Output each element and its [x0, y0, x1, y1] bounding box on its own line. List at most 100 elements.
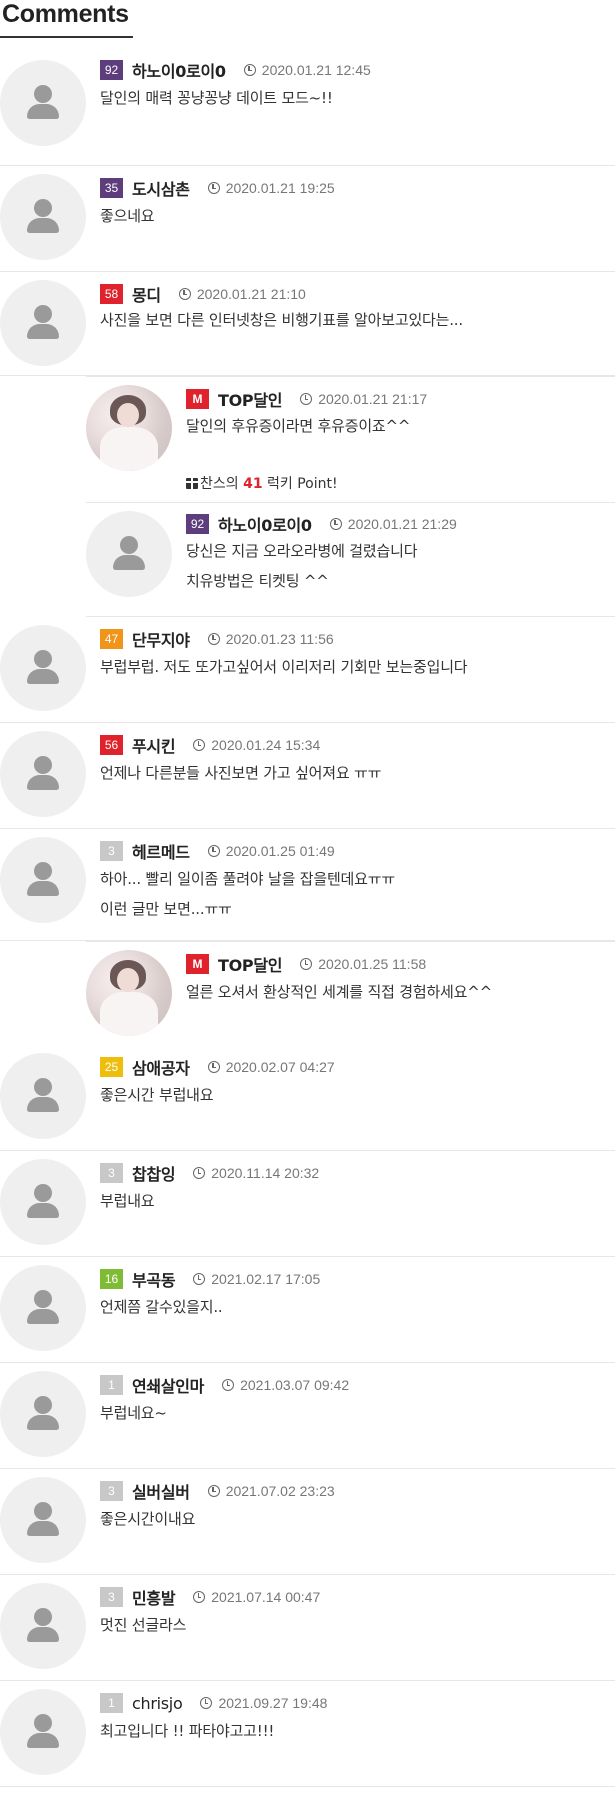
comment-text: 치유방법은 티켓팅 ^^	[186, 572, 329, 590]
author-name[interactable]: 푸시킨	[132, 733, 176, 757]
comment-date: 2020.01.21 21:29	[347, 516, 457, 532]
author-name[interactable]: 하노이0로이0	[132, 58, 226, 82]
reply-item: 92 하노이0로이0 2020.01.21 21:29 당신은 지금 오라오라병에 걸…	[86, 502, 615, 617]
comment-meta: 92 하노이0로이0 2020.01.21 21:29	[186, 512, 457, 536]
admin-avatar[interactable]	[86, 950, 172, 1036]
comment-meta: 3 실버실버 2021.07.02 23:23	[100, 1479, 335, 1503]
level-badge: 3	[100, 1481, 123, 1501]
comment-item: 3 민흥발 2021.07.14 00:47 멋진 선글라스	[0, 1575, 615, 1681]
clock-icon	[207, 845, 220, 857]
comment-text: 최고입니다 !! 파타야고고!!!	[100, 1722, 275, 1740]
comment-text: 부럽부럽. 저도 또가고싶어서 이리저리 기회만 보는중입니다	[100, 658, 468, 676]
clock-icon	[207, 1061, 220, 1073]
clock-icon	[300, 958, 313, 970]
admin-badge: M	[186, 954, 209, 974]
default-avatar-icon[interactable]	[0, 1265, 86, 1351]
comment-item: 1 연쇄살인마 2021.03.07 09:42 부럽네요~	[0, 1363, 615, 1469]
default-avatar-icon[interactable]	[0, 625, 86, 711]
author-name[interactable]: 연쇄살인마	[132, 1373, 204, 1397]
clock-icon	[178, 288, 191, 300]
comment-text: 이런 글만 보면...ㅠㅠ	[100, 900, 232, 918]
comments-header: Comments	[0, 0, 615, 40]
comment-text: 당신은 지금 오라오라병에 걸렸습니다	[186, 542, 418, 560]
author-name[interactable]: TOP달인	[218, 387, 282, 411]
default-avatar-icon[interactable]	[0, 837, 86, 923]
default-avatar-icon[interactable]	[0, 174, 86, 260]
comment-date: 2020.01.25 01:49	[225, 843, 335, 859]
lucky-point-note: 찬스의 41 럭키 Point!	[186, 473, 338, 493]
author-name[interactable]: TOP달인	[218, 952, 282, 976]
default-avatar-icon[interactable]	[0, 1477, 86, 1563]
clock-icon	[300, 393, 313, 405]
reply-item: M TOP달인 2020.01.21 21:17 달인의 후유증이라면 후유증이죠^^…	[86, 376, 615, 502]
comment-text: 달인의 매력 꽁냥꽁냥 데이트 모드~!!	[100, 89, 333, 107]
comment-text: 좋으네요	[100, 207, 155, 225]
lucky-prefix: 찬스의	[200, 476, 239, 492]
comment-text: 달인의 후유증이라면 후유증이죠^^	[186, 417, 411, 435]
default-avatar-icon[interactable]	[0, 1689, 86, 1775]
author-name[interactable]: 찹찹잉	[132, 1161, 176, 1185]
comment-list: 92 하노이0로이0 2020.01.21 12:45 달인의 매력 꽁냥꽁냥 데이트…	[0, 60, 615, 1787]
comment-text: 언제쯤 갈수있을지..	[100, 1298, 223, 1316]
author-name[interactable]: 부곡동	[132, 1267, 176, 1291]
comment-item: 3 찹찹잉 2020.11.14 20:32 부럽내요	[0, 1151, 615, 1257]
comment-item: 56 푸시킨 2020.01.24 15:34 언제나 다른분들 사진보면 가고 싶어…	[0, 723, 615, 829]
level-badge: 56	[100, 735, 123, 755]
comment-item: 3 헤르메드 2020.01.25 01:49 하아... 빨리 일이좀 풀려야 날을…	[0, 829, 615, 941]
clock-icon	[207, 633, 220, 645]
level-badge: 16	[100, 1269, 123, 1289]
comment-text: 얼른 오셔서 환상적인 세계를 직접 경험하세요^^	[186, 983, 492, 1001]
level-badge: 47	[100, 629, 123, 649]
author-name[interactable]: 삼애공자	[132, 1055, 190, 1079]
author-name[interactable]: 도시삼촌	[132, 176, 190, 200]
comment-date: 2020.01.21 21:10	[196, 286, 306, 302]
comment-date: 2021.07.02 23:23	[225, 1483, 335, 1499]
default-avatar-icon[interactable]	[0, 280, 86, 366]
comment-date: 2021.07.14 00:47	[211, 1589, 321, 1605]
default-avatar-icon[interactable]	[0, 60, 86, 146]
author-name[interactable]: 민흥발	[132, 1585, 176, 1609]
comment-text: 좋은시간 부럽내요	[100, 1086, 214, 1104]
level-badge: 1	[100, 1693, 123, 1713]
comment-meta: 58 몽디 2020.01.21 21:10	[100, 282, 306, 306]
comment-date: 2020.01.21 12:45	[261, 62, 371, 78]
admin-avatar[interactable]	[86, 385, 172, 471]
author-name[interactable]: chrisjo	[132, 1694, 183, 1713]
level-badge: 3	[100, 1163, 123, 1183]
comment-date: 2020.01.23 11:56	[225, 631, 334, 647]
comment-date: 2020.02.07 04:27	[225, 1059, 335, 1075]
default-avatar-icon[interactable]	[0, 1583, 86, 1669]
clock-icon	[200, 1697, 213, 1709]
author-name[interactable]: 하노이0로이0	[218, 512, 312, 536]
comment-meta: 47 단무지야 2020.01.23 11:56	[100, 627, 334, 651]
comment-item: 3 실버실버 2021.07.02 23:23 좋은시간이내요	[0, 1469, 615, 1575]
default-avatar-icon[interactable]	[0, 1371, 86, 1457]
author-name[interactable]: 헤르메드	[132, 839, 190, 863]
level-badge: 92	[100, 60, 123, 80]
gift-icon	[186, 478, 198, 489]
comment-text: 하아... 빨리 일이좀 풀려야 날을 잡을텐데요ㅠㅠ	[100, 870, 395, 888]
comment-item: 92 하노이0로이0 2020.01.21 12:45 달인의 매력 꽁냥꽁냥 데이트…	[0, 60, 615, 166]
comment-text: 언제나 다른분들 사진보면 가고 싶어져요 ㅠㅠ	[100, 764, 382, 782]
clock-icon	[243, 64, 256, 76]
author-name[interactable]: 실버실버	[132, 1479, 190, 1503]
page-title: Comments	[2, 0, 129, 28]
author-name[interactable]: 몽디	[132, 282, 161, 306]
comment-date: 2021.03.07 09:42	[240, 1377, 350, 1393]
clock-icon	[193, 1591, 206, 1603]
comment-text: 멋진 선글라스	[100, 1616, 187, 1634]
default-avatar-icon[interactable]	[0, 731, 86, 817]
comment-meta: 25 삼애공자 2020.02.07 04:27	[100, 1055, 335, 1079]
title-underline	[0, 36, 133, 38]
comment-meta: 3 헤르메드 2020.01.25 01:49	[100, 839, 335, 863]
comment-text: 부럽내요	[100, 1192, 155, 1210]
default-avatar-icon[interactable]	[86, 511, 172, 597]
default-avatar-icon[interactable]	[0, 1159, 86, 1245]
comment-text: 사진을 보면 다른 인터넷창은 비행기표를 알아보고있다는...	[100, 311, 463, 329]
clock-icon	[193, 1273, 206, 1285]
clock-icon	[193, 1167, 206, 1179]
comment-date: 2020.01.21 21:17	[318, 391, 428, 407]
level-badge: 3	[100, 1587, 123, 1607]
author-name[interactable]: 단무지야	[132, 627, 190, 651]
default-avatar-icon[interactable]	[0, 1053, 86, 1139]
